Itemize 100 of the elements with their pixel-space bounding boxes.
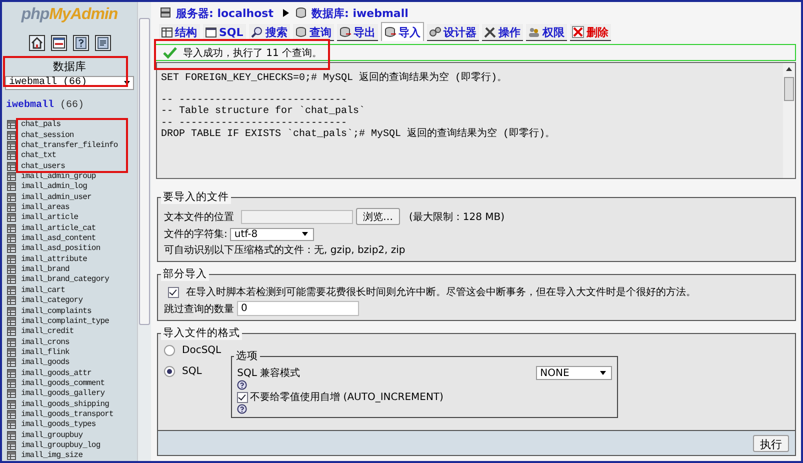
database-link[interactable]: iwebmall <box>6 100 54 111</box>
table-link[interactable]: imall_credit <box>21 327 74 336</box>
table-link[interactable]: imall_goods_shipping <box>21 400 110 409</box>
radio-button[interactable] <box>164 366 175 377</box>
table-link[interactable]: chat_session <box>21 130 74 140</box>
table-link[interactable]: imall_goods <box>21 358 70 368</box>
table-link[interactable]: imall_img_size <box>21 451 83 460</box>
help-icon[interactable] <box>237 404 248 414</box>
scrollbar-thumb[interactable] <box>784 77 794 101</box>
checkmark-icon <box>163 46 177 58</box>
scrollbar[interactable] <box>783 63 795 178</box>
checkbox[interactable] <box>168 286 179 298</box>
table-link[interactable]: imall_admin_user <box>21 192 92 202</box>
go-button[interactable]: 执行 <box>753 434 789 452</box>
tab[interactable]: 操作 <box>482 24 524 41</box>
compat-mode-select[interactable]: NONE <box>536 366 612 380</box>
table-link[interactable]: imall_article <box>21 213 78 222</box>
charset-select[interactable]: utf-8 <box>230 228 314 240</box>
checkbox-label: 在导入时脚本若检测到可能需要花费很长时间则允许中断。尽管这会中断事务，但在导入大文件时是个很好的方法。 <box>186 286 696 299</box>
table-link[interactable]: imall_complaint_type <box>21 316 110 326</box>
query-line: -- ---------------------------- <box>161 118 348 128</box>
table-link[interactable]: imall_asd_content <box>21 234 96 244</box>
home-icon[interactable] <box>28 35 44 51</box>
browse-button[interactable]: 浏览… <box>356 208 400 225</box>
table-icon <box>7 389 16 398</box>
table-link[interactable]: imall_brand_category <box>21 275 110 284</box>
table-link[interactable]: imall_groupbuy_log <box>21 440 100 450</box>
section-title: 要导入的文件 <box>161 190 231 204</box>
window-icon[interactable] <box>50 35 66 51</box>
table-icon <box>7 338 16 347</box>
message-text: 导入成功，执行了 11 个查询。 <box>183 46 322 60</box>
file-path-field[interactable] <box>241 210 353 224</box>
tab[interactable]: 导出 <box>337 24 378 41</box>
table-link[interactable]: imall_groupbuy <box>21 430 83 440</box>
table-link[interactable]: chat_transfer_fileinfo <box>21 141 118 150</box>
field-label: 文件的字符集: <box>164 228 228 241</box>
table-icon <box>7 203 16 212</box>
table-link[interactable]: imall_goods_attr <box>21 368 92 378</box>
query-line: -- ---------------------------- <box>161 94 348 106</box>
query-line: DROP TABLE IF EXISTS `chat_pals`;# MySQL 返回的查询结果为空 (即零行)。 <box>161 129 556 140</box>
table-link[interactable]: imall_flink <box>21 348 70 357</box>
table-link[interactable]: imall_brand <box>21 265 70 274</box>
checkbox[interactable] <box>237 392 248 402</box>
scrollbar[interactable] <box>137 2 151 461</box>
table-link[interactable]: imall_article_cat <box>21 224 96 233</box>
table-link[interactable]: imall_attribute <box>21 254 88 264</box>
table-icon <box>7 378 16 388</box>
table-link[interactable]: imall_goods_gallery <box>21 389 105 398</box>
database-icon <box>295 7 308 19</box>
tab[interactable]: 权限 <box>526 24 568 41</box>
table-icon <box>7 151 16 160</box>
arrow-icon <box>283 9 290 17</box>
table-icon <box>7 182 16 192</box>
table-link[interactable]: imall_goods_types <box>21 420 96 430</box>
table-icon <box>7 440 16 450</box>
tab[interactable]: 导入 <box>381 22 424 41</box>
radio-button[interactable] <box>164 345 175 356</box>
table-link[interactable]: imall_goods_comment <box>21 378 105 388</box>
cross-icon <box>572 26 584 38</box>
breadcrumb-link[interactable]: 服务器: localhost <box>176 6 274 20</box>
field-label: 文本文件的位置 <box>164 210 235 224</box>
table-link[interactable]: imall_admin_log <box>21 182 88 192</box>
table-icon <box>7 275 16 284</box>
table-link[interactable]: chat_pals <box>21 120 61 130</box>
table-link[interactable]: imall_complaints <box>21 306 92 316</box>
table-link[interactable]: imall_category <box>21 296 83 306</box>
table-link[interactable]: chat_users <box>21 162 66 171</box>
document-icon[interactable] <box>94 35 110 51</box>
scrollbar-thumb[interactable] <box>139 18 150 325</box>
help-icon[interactable] <box>237 380 248 390</box>
table-link[interactable]: chat_txt <box>21 151 56 160</box>
table-count: (66) <box>59 100 84 111</box>
table-icon <box>7 120 16 130</box>
table-link[interactable]: imall_areas <box>21 203 70 212</box>
radio-label: DocSQL <box>182 345 222 356</box>
tab[interactable]: 设计器 <box>427 24 480 41</box>
tab[interactable]: 删除 <box>570 24 612 41</box>
compression-note: 可自动识别以下压缩格式的文件：无, gzip, bzip2, zip <box>164 244 406 257</box>
section-title: 部分导入 <box>161 267 209 281</box>
table-icon <box>7 430 16 440</box>
help-icon[interactable] <box>72 35 88 51</box>
options-title: 选项 <box>234 349 260 363</box>
table-icon <box>7 141 16 150</box>
table-icon <box>7 162 16 171</box>
table-icon <box>7 296 16 306</box>
table-link[interactable]: imall_crons <box>21 338 70 347</box>
table-link[interactable]: imall_asd_position <box>21 244 100 254</box>
table-link[interactable]: imall_admin_group <box>21 172 96 182</box>
table-icon <box>7 420 16 430</box>
table-icon <box>7 254 16 264</box>
table-icon <box>7 234 16 244</box>
checkbox-label: 不要给零值使用自增 (AUTO_INCREMENT) <box>250 391 444 404</box>
database-icon <box>295 26 308 38</box>
skip-count-field[interactable]: 0 <box>237 301 359 316</box>
breadcrumb-link[interactable]: 数据库: iwebmall <box>311 6 408 20</box>
table-link[interactable]: imall_goods_transport <box>21 410 114 419</box>
table-icon <box>7 327 16 336</box>
table-icon <box>7 244 16 254</box>
table-icon <box>7 192 16 202</box>
table-link[interactable]: imall_cart <box>21 286 66 295</box>
